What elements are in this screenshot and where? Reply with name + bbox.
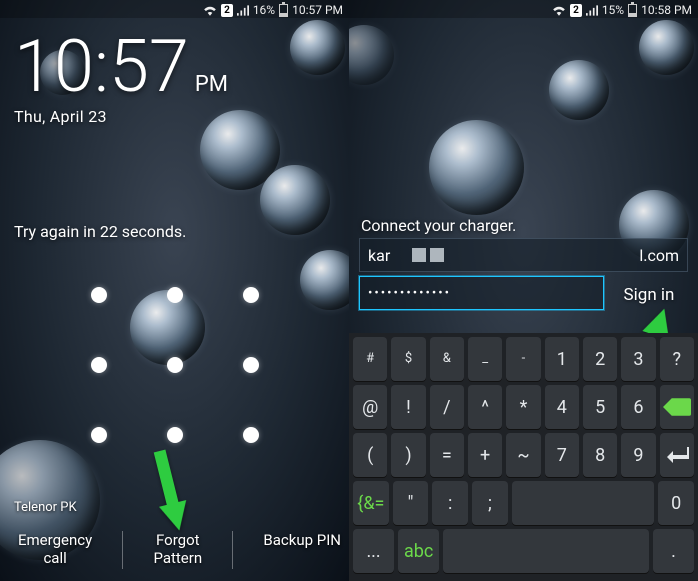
key[interactable]: ( xyxy=(353,433,387,477)
lockscreen-signin: 2 15% 10:58 PM Connect your charger. kar… xyxy=(349,0,698,581)
wallpaper-diamond xyxy=(349,25,394,85)
pattern-dot[interactable] xyxy=(243,357,259,373)
key[interactable]: _ xyxy=(468,337,502,381)
key[interactable]: - xyxy=(506,337,540,381)
key[interactable]: ! xyxy=(391,385,425,429)
sim-indicator: 2 xyxy=(570,4,582,17)
sim-indicator: 2 xyxy=(221,4,233,17)
lock-clock: 10:57PM Thu, April 23 xyxy=(14,36,228,126)
wallpaper-diamond xyxy=(639,20,694,75)
pattern-grid[interactable] xyxy=(61,260,289,470)
abc-key[interactable]: abc xyxy=(398,529,439,573)
password-field[interactable]: ••••••••••••• xyxy=(359,276,604,310)
key[interactable]: * xyxy=(506,385,540,429)
key[interactable]: ) xyxy=(391,433,425,477)
key[interactable]: ~ xyxy=(506,433,540,477)
space-key[interactable] xyxy=(512,481,655,525)
key[interactable]: $ xyxy=(391,337,425,381)
key[interactable]: ^ xyxy=(468,385,502,429)
clock-time: 10:57 xyxy=(14,36,189,97)
pattern-dot[interactable] xyxy=(243,287,259,303)
soft-keyboard: # $ & _ - 1 2 3 ? @ ! / ^ * 4 5 6 ( ) = … xyxy=(349,333,698,581)
status-time: 10:57 PM xyxy=(292,3,343,17)
separator xyxy=(232,531,233,569)
space-key[interactable] xyxy=(443,529,649,573)
wallpaper-diamond xyxy=(300,250,349,310)
key[interactable]: ? xyxy=(660,337,694,381)
bottom-button-row: Emergency call Forgot Pattern Backup PIN xyxy=(0,531,349,569)
backup-pin-button[interactable]: Backup PIN xyxy=(263,531,341,569)
key[interactable]: 2 xyxy=(583,337,617,381)
redaction-block xyxy=(430,248,444,262)
wallpaper-diamond xyxy=(429,120,524,215)
lockscreen-pattern: 2 16% 10:57 PM 10:57PM Thu, April 23 Try… xyxy=(0,0,349,581)
key[interactable]: = xyxy=(430,433,464,477)
status-time: 10:58 PM xyxy=(641,3,692,17)
annotation-arrow-icon xyxy=(159,500,193,534)
key[interactable]: 3 xyxy=(621,337,655,381)
enter-key[interactable] xyxy=(660,433,694,477)
signal-icon xyxy=(237,5,249,16)
key[interactable]: & xyxy=(430,337,464,381)
period-key[interactable]: . xyxy=(653,529,694,573)
email-field[interactable]: kar l.com xyxy=(359,238,688,272)
key[interactable]: / xyxy=(430,385,464,429)
charger-message: Connect your charger. xyxy=(361,216,516,235)
redaction-block xyxy=(412,248,426,262)
key[interactable]: ; xyxy=(472,481,508,525)
email-value-suffix: l.com xyxy=(639,246,679,265)
key[interactable]: " xyxy=(393,481,429,525)
key[interactable]: 8 xyxy=(583,433,617,477)
forgot-pattern-button[interactable]: Forgot Pattern xyxy=(153,531,202,569)
emergency-call-button[interactable]: Emergency call xyxy=(18,531,92,569)
clock-ampm: PM xyxy=(195,72,228,97)
pattern-dot[interactable] xyxy=(91,357,107,373)
login-form: kar l.com ••••••••••••• Sign in xyxy=(359,238,688,314)
wifi-icon xyxy=(203,5,217,16)
wallpaper-diamond xyxy=(290,20,345,75)
key[interactable]: # xyxy=(353,337,387,381)
separator xyxy=(122,531,123,569)
pattern-dot[interactable] xyxy=(243,427,259,443)
battery-icon xyxy=(628,4,637,17)
status-bar: 2 16% 10:57 PM xyxy=(0,0,349,18)
key[interactable]: 6 xyxy=(621,385,655,429)
key[interactable]: 0 xyxy=(658,481,694,525)
wallpaper-diamond xyxy=(260,165,330,235)
pattern-dot[interactable] xyxy=(91,427,107,443)
battery-icon xyxy=(279,4,288,17)
backspace-key[interactable] xyxy=(660,385,694,429)
lang-key[interactable]: ... xyxy=(353,529,394,573)
wifi-icon xyxy=(552,5,566,16)
key[interactable]: : xyxy=(432,481,468,525)
clock-date: Thu, April 23 xyxy=(14,107,228,126)
lockout-message: Try again in 22 seconds. xyxy=(14,222,186,241)
battery-pct: 15% xyxy=(602,3,624,17)
key[interactable]: 1 xyxy=(545,337,579,381)
status-bar: 2 15% 10:58 PM xyxy=(349,0,698,18)
signal-icon xyxy=(586,5,598,16)
key[interactable]: 9 xyxy=(621,433,655,477)
email-value-prefix: kar xyxy=(368,246,390,265)
symbols-shift-key[interactable]: {&= xyxy=(353,481,389,525)
carrier-label: Telenor PK xyxy=(14,500,77,515)
pattern-dot[interactable] xyxy=(167,287,183,303)
key[interactable]: @ xyxy=(353,385,387,429)
pattern-dot[interactable] xyxy=(167,357,183,373)
pattern-dot[interactable] xyxy=(91,287,107,303)
pattern-dot[interactable] xyxy=(167,427,183,443)
key[interactable]: + xyxy=(468,433,502,477)
password-mask: ••••••••••••• xyxy=(368,286,451,301)
key[interactable]: 7 xyxy=(545,433,579,477)
key[interactable]: 4 xyxy=(545,385,579,429)
battery-pct: 16% xyxy=(253,3,275,17)
wallpaper-diamond xyxy=(549,60,609,120)
key[interactable]: 5 xyxy=(583,385,617,429)
